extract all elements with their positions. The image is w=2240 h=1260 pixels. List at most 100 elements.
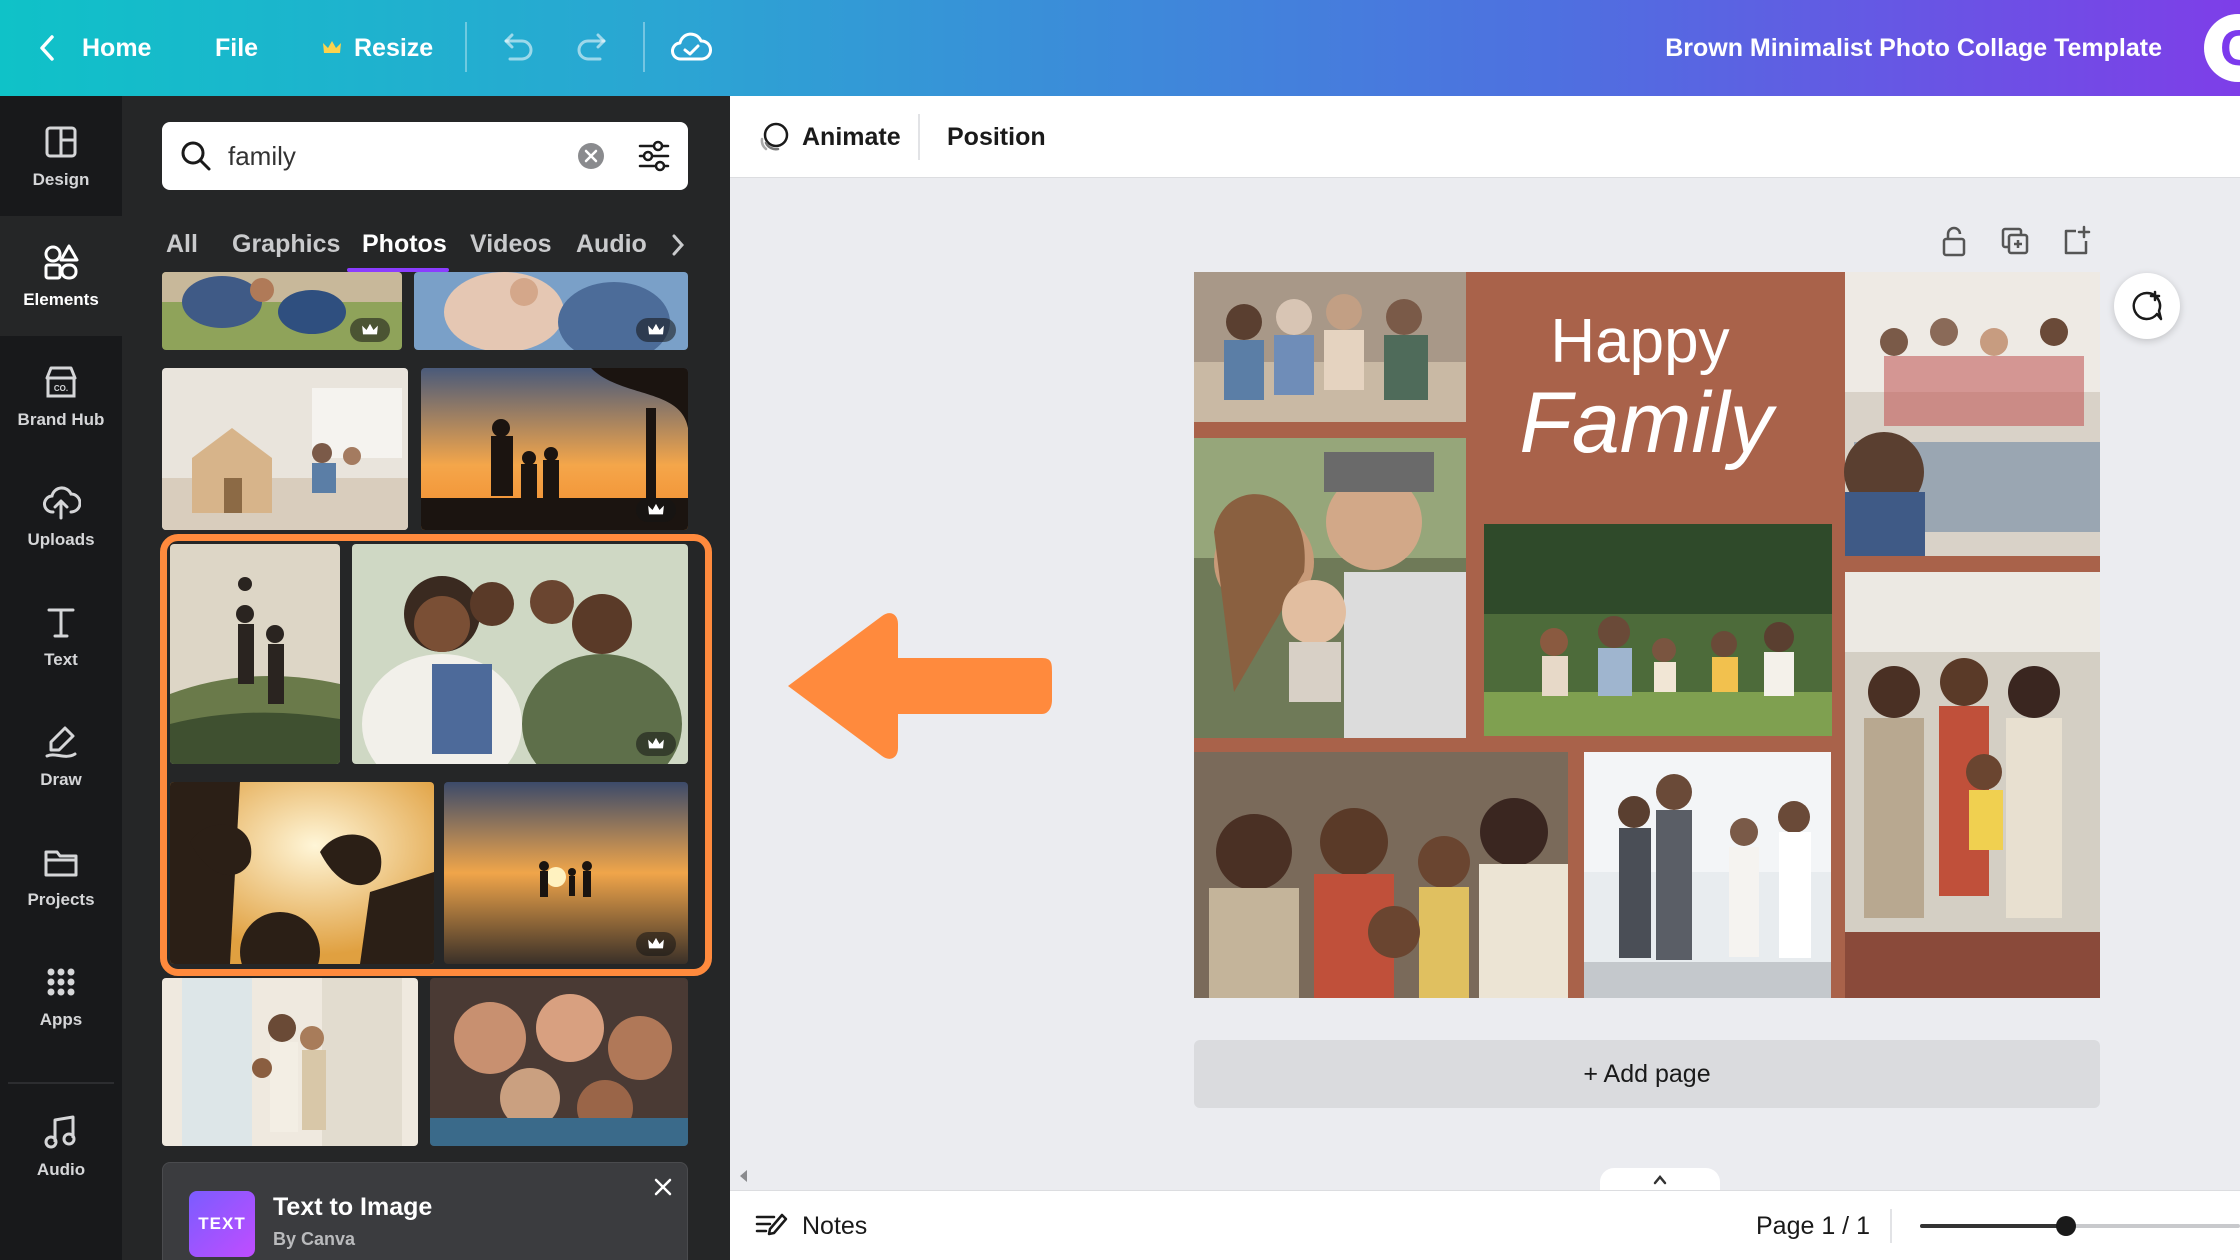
premium-crown-badge xyxy=(636,318,676,342)
collage-photo[interactable] xyxy=(1484,524,1832,736)
rail-item-elements[interactable]: Elements xyxy=(0,216,122,336)
scroll-left-icon[interactable] xyxy=(737,1168,751,1184)
text-to-image-title: Text to Image xyxy=(273,1193,433,1221)
animate-label: Animate xyxy=(802,122,901,151)
notes-icon xyxy=(755,1213,788,1236)
folder-icon xyxy=(44,850,78,877)
text-to-image-app-icon: TEXT xyxy=(189,1191,255,1257)
rail-item-text[interactable]: Text xyxy=(0,576,122,696)
add-page-icon[interactable] xyxy=(2060,225,2092,259)
redo-button[interactable] xyxy=(574,0,614,96)
rail-label: Uploads xyxy=(27,530,95,549)
rail-label: Projects xyxy=(27,890,95,909)
photo-result[interactable] xyxy=(170,782,434,964)
zoom-slider-fill xyxy=(1920,1224,2066,1228)
elements-panel: All Graphics Photos Videos Audio xyxy=(122,96,730,1260)
avatar[interactable]: C xyxy=(2204,14,2240,82)
duplicate-page-icon[interactable] xyxy=(1999,225,2031,259)
top-bar: Home File Resize Brown Minimalist Photo … xyxy=(0,0,2240,96)
photo-result[interactable] xyxy=(162,978,418,1146)
crown-icon xyxy=(648,323,664,335)
comment-button[interactable] xyxy=(2114,273,2180,339)
rail-label: Elements xyxy=(23,290,99,309)
rail-label: Brand Hub xyxy=(17,410,105,429)
lock-icon[interactable] xyxy=(1938,225,1970,259)
premium-crown-badge xyxy=(636,932,676,956)
collage-photo[interactable] xyxy=(1194,438,1466,738)
collage-heading-happy[interactable]: Happy xyxy=(1550,307,1729,376)
chevron-right-icon[interactable] xyxy=(668,230,688,260)
rail-item-apps[interactable]: Apps xyxy=(0,936,122,1056)
home-button[interactable]: Home xyxy=(36,0,151,96)
photo-result[interactable] xyxy=(162,368,408,530)
tab-all[interactable]: All xyxy=(166,216,198,272)
collage-photo[interactable] xyxy=(1844,272,2100,556)
music-note-icon xyxy=(44,1115,76,1149)
animate-button[interactable]: Animate xyxy=(756,96,901,178)
svg-text:CO.: CO. xyxy=(54,384,68,393)
filter-sliders-icon[interactable] xyxy=(636,138,672,174)
photo-result[interactable] xyxy=(352,544,688,764)
photo-result[interactable] xyxy=(421,368,688,530)
clear-search-icon[interactable] xyxy=(576,141,606,171)
rail-item-projects[interactable]: Projects xyxy=(0,816,122,936)
orange-arrow-annotation xyxy=(788,613,1052,759)
search-box[interactable] xyxy=(162,122,688,190)
design-page[interactable]: Happy Family xyxy=(1194,272,2100,998)
position-button[interactable]: Position xyxy=(947,96,1046,178)
redo-icon xyxy=(577,33,606,61)
collage-heading-family[interactable]: Family xyxy=(1519,375,1777,471)
photo-result[interactable] xyxy=(430,978,688,1146)
rail-item-uploads[interactable]: Uploads xyxy=(0,456,122,576)
photo-result[interactable] xyxy=(414,272,688,350)
draw-icon xyxy=(45,726,77,758)
search-icon xyxy=(181,141,211,171)
chevron-up-icon xyxy=(1653,1175,1667,1185)
premium-crown-badge xyxy=(350,318,390,342)
search-tabs: All Graphics Photos Videos Audio xyxy=(152,216,712,272)
photo-result[interactable] xyxy=(162,272,402,350)
add-comment-icon xyxy=(2132,290,2163,321)
search-input[interactable] xyxy=(228,122,558,190)
rail-item-brand-hub[interactable]: CO. Brand Hub xyxy=(0,336,122,456)
rail-item-draw[interactable]: Draw xyxy=(0,696,122,816)
tab-videos[interactable]: Videos xyxy=(470,216,552,272)
tab-audio[interactable]: Audio xyxy=(576,216,647,272)
zoom-slider[interactable] xyxy=(1920,1191,2240,1260)
undo-button[interactable] xyxy=(496,0,536,96)
collage-photo[interactable] xyxy=(1194,752,1568,998)
cloud-save-button[interactable] xyxy=(670,0,712,96)
page-manager-toggle[interactable] xyxy=(1600,1168,1720,1192)
resize-label: Resize xyxy=(354,33,434,62)
page-indicator[interactable]: Page 1 / 1 xyxy=(1756,1191,1870,1260)
left-rail: Design Elements CO. Brand Hub Uploads Te… xyxy=(0,96,122,1260)
rail-label: Draw xyxy=(40,770,82,789)
premium-crown-badge xyxy=(636,732,676,756)
crown-icon xyxy=(648,503,664,515)
crown-icon xyxy=(648,737,664,749)
photo-result[interactable] xyxy=(170,544,340,764)
collage-photo[interactable] xyxy=(1845,572,2100,998)
document-title[interactable]: Brown Minimalist Photo Collage Template xyxy=(1665,0,2162,96)
shapes-icon xyxy=(44,244,79,280)
cloud-check-icon xyxy=(671,32,712,61)
rail-item-audio[interactable]: Audio xyxy=(0,1086,122,1206)
notes-button[interactable]: Notes xyxy=(754,1191,867,1260)
tab-photos[interactable]: Photos xyxy=(362,216,447,272)
collage-photo[interactable] xyxy=(1584,752,1831,998)
text-to-image-card[interactable]: TEXT Text to Image By Canva xyxy=(162,1162,688,1260)
file-menu-button[interactable]: File xyxy=(215,0,258,96)
tab-graphics[interactable]: Graphics xyxy=(232,216,340,272)
close-icon[interactable] xyxy=(651,1175,675,1199)
add-page-button[interactable]: + Add page xyxy=(1194,1040,2100,1108)
resize-button[interactable]: Resize xyxy=(322,0,433,96)
layout-icon xyxy=(45,126,77,158)
rail-label: Design xyxy=(32,170,90,189)
photo-result[interactable] xyxy=(444,782,688,964)
collage-photo[interactable] xyxy=(1194,272,1466,422)
file-label: File xyxy=(215,33,259,62)
text-icon xyxy=(47,608,75,638)
rail-item-design[interactable]: Design xyxy=(0,96,122,216)
zoom-slider-handle[interactable] xyxy=(2056,1216,2076,1236)
apps-grid-icon xyxy=(47,968,75,996)
